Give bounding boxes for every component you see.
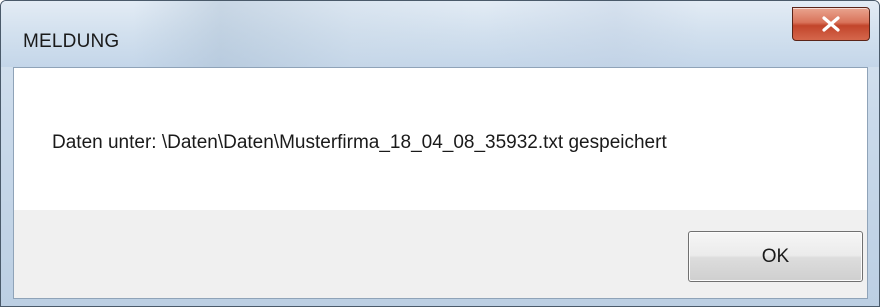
dialog-footer: OK	[14, 210, 867, 298]
message-dialog-window: MELDUNG Daten unter: \Daten\Daten\Muster…	[0, 0, 880, 307]
ok-button[interactable]: OK	[688, 231, 863, 282]
window-title: MELDUNG	[23, 31, 120, 52]
close-x-icon	[821, 16, 841, 32]
close-button[interactable]	[792, 7, 870, 41]
title-bar[interactable]: MELDUNG	[1, 1, 879, 67]
message-text: Daten unter: \Daten\Daten\Musterfirma_18…	[52, 132, 667, 153]
dialog-content: Daten unter: \Daten\Daten\Musterfirma_18…	[13, 67, 868, 299]
